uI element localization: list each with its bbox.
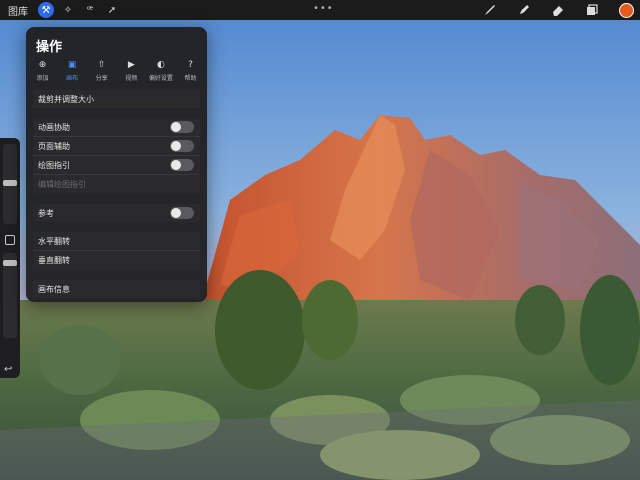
brush-size-thumb[interactable] bbox=[3, 180, 17, 186]
canvas-info-item[interactable]: 画布信息 bbox=[33, 280, 200, 298]
crop-resize-item[interactable]: 裁剪并调整大小 bbox=[33, 90, 200, 108]
tab-add[interactable]: ⊕ 添加 bbox=[28, 59, 57, 82]
tab-video[interactable]: ▶ 视频 bbox=[117, 59, 146, 82]
opacity-slider[interactable] bbox=[3, 253, 17, 338]
top-toolbar: 图库 ⚒ ✧ ꟹ ➚ ••• bbox=[0, 0, 640, 20]
transform-arrow-icon[interactable]: ➚ bbox=[104, 2, 120, 18]
flip-vertical-item[interactable]: 垂直翻转 bbox=[33, 251, 200, 269]
add-icon: ⊕ bbox=[38, 60, 47, 70]
tab-preferences[interactable]: ◐ 偏好设置 bbox=[146, 59, 175, 82]
toggle-icon: ◐ bbox=[156, 60, 165, 70]
help-icon: ? bbox=[188, 60, 193, 70]
brush-icon[interactable] bbox=[482, 2, 498, 18]
wrench-icon[interactable]: ⚒ bbox=[38, 2, 54, 18]
play-icon: ▶ bbox=[127, 60, 135, 70]
canvas-icon: ▣ bbox=[67, 60, 77, 70]
actions-panel: 操作 ⊕ 添加 ▣ 画布 ⇧ 分享 ▶ 视频 ◐ 偏好设置 ? 帮助 裁剪并调整… bbox=[26, 27, 207, 302]
eraser-icon[interactable] bbox=[550, 2, 566, 18]
tab-label: 添加 bbox=[36, 75, 49, 82]
left-sidebar: ↩ bbox=[0, 138, 20, 378]
magic-wand-icon[interactable]: ✧ bbox=[60, 2, 76, 18]
layers-icon[interactable] bbox=[584, 2, 600, 18]
animation-assist-toggle[interactable] bbox=[170, 121, 194, 133]
tab-label: 画布 bbox=[66, 75, 79, 82]
canvas-info-label: 画布信息 bbox=[38, 284, 70, 294]
drawing-guide-label: 绘图指引 bbox=[38, 160, 70, 170]
tab-label: 分享 bbox=[95, 75, 108, 82]
undo-icon[interactable]: ↩ bbox=[4, 364, 12, 375]
flip-horizontal-label: 水平翻转 bbox=[38, 236, 70, 246]
more-options-button[interactable]: ••• bbox=[313, 3, 334, 14]
reference-toggle[interactable] bbox=[170, 207, 194, 219]
edit-drawing-guide-item[interactable]: 编辑绘图指引 bbox=[33, 175, 200, 193]
color-picker-button[interactable] bbox=[618, 2, 634, 18]
crop-resize-label: 裁剪并调整大小 bbox=[38, 94, 94, 104]
actions-tabs: ⊕ 添加 ▣ 画布 ⇧ 分享 ▶ 视频 ◐ 偏好设置 ? 帮助 bbox=[28, 59, 205, 82]
tab-share[interactable]: ⇧ 分享 bbox=[87, 59, 116, 82]
flip-horizontal-item[interactable]: 水平翻转 bbox=[33, 232, 200, 250]
reference-item: 参考 bbox=[33, 204, 200, 222]
edit-drawing-guide-label: 编辑绘图指引 bbox=[38, 179, 86, 189]
panel-title: 操作 bbox=[36, 40, 63, 55]
tab-help[interactable]: ? 帮助 bbox=[176, 59, 205, 82]
brush-size-slider[interactable] bbox=[3, 144, 17, 224]
tab-canvas[interactable]: ▣ 画布 bbox=[58, 59, 87, 82]
drawing-guide-item: 绘图指引 bbox=[33, 156, 200, 174]
tab-label: 偏好设置 bbox=[148, 75, 173, 82]
opacity-thumb[interactable] bbox=[3, 260, 17, 266]
tab-label: 帮助 bbox=[184, 75, 197, 82]
reference-label: 参考 bbox=[38, 208, 54, 218]
smudge-icon[interactable] bbox=[516, 2, 532, 18]
animation-assist-label: 动画协助 bbox=[38, 122, 70, 132]
selection-icon[interactable]: ꟹ bbox=[82, 2, 98, 18]
animation-assist-item: 动画协助 bbox=[33, 118, 200, 136]
color-swatch[interactable] bbox=[618, 2, 634, 18]
tab-label: 视频 bbox=[125, 75, 138, 82]
drawing-guide-toggle[interactable] bbox=[170, 159, 194, 171]
gallery-button[interactable]: 图库 bbox=[8, 3, 32, 18]
share-icon: ⇧ bbox=[97, 60, 106, 70]
page-assist-label: 页面辅助 bbox=[38, 141, 70, 151]
eyedropper-button[interactable] bbox=[5, 235, 15, 245]
page-assist-item: 页面辅助 bbox=[33, 137, 200, 155]
page-assist-toggle[interactable] bbox=[170, 140, 194, 152]
flip-vertical-label: 垂直翻转 bbox=[38, 255, 70, 265]
